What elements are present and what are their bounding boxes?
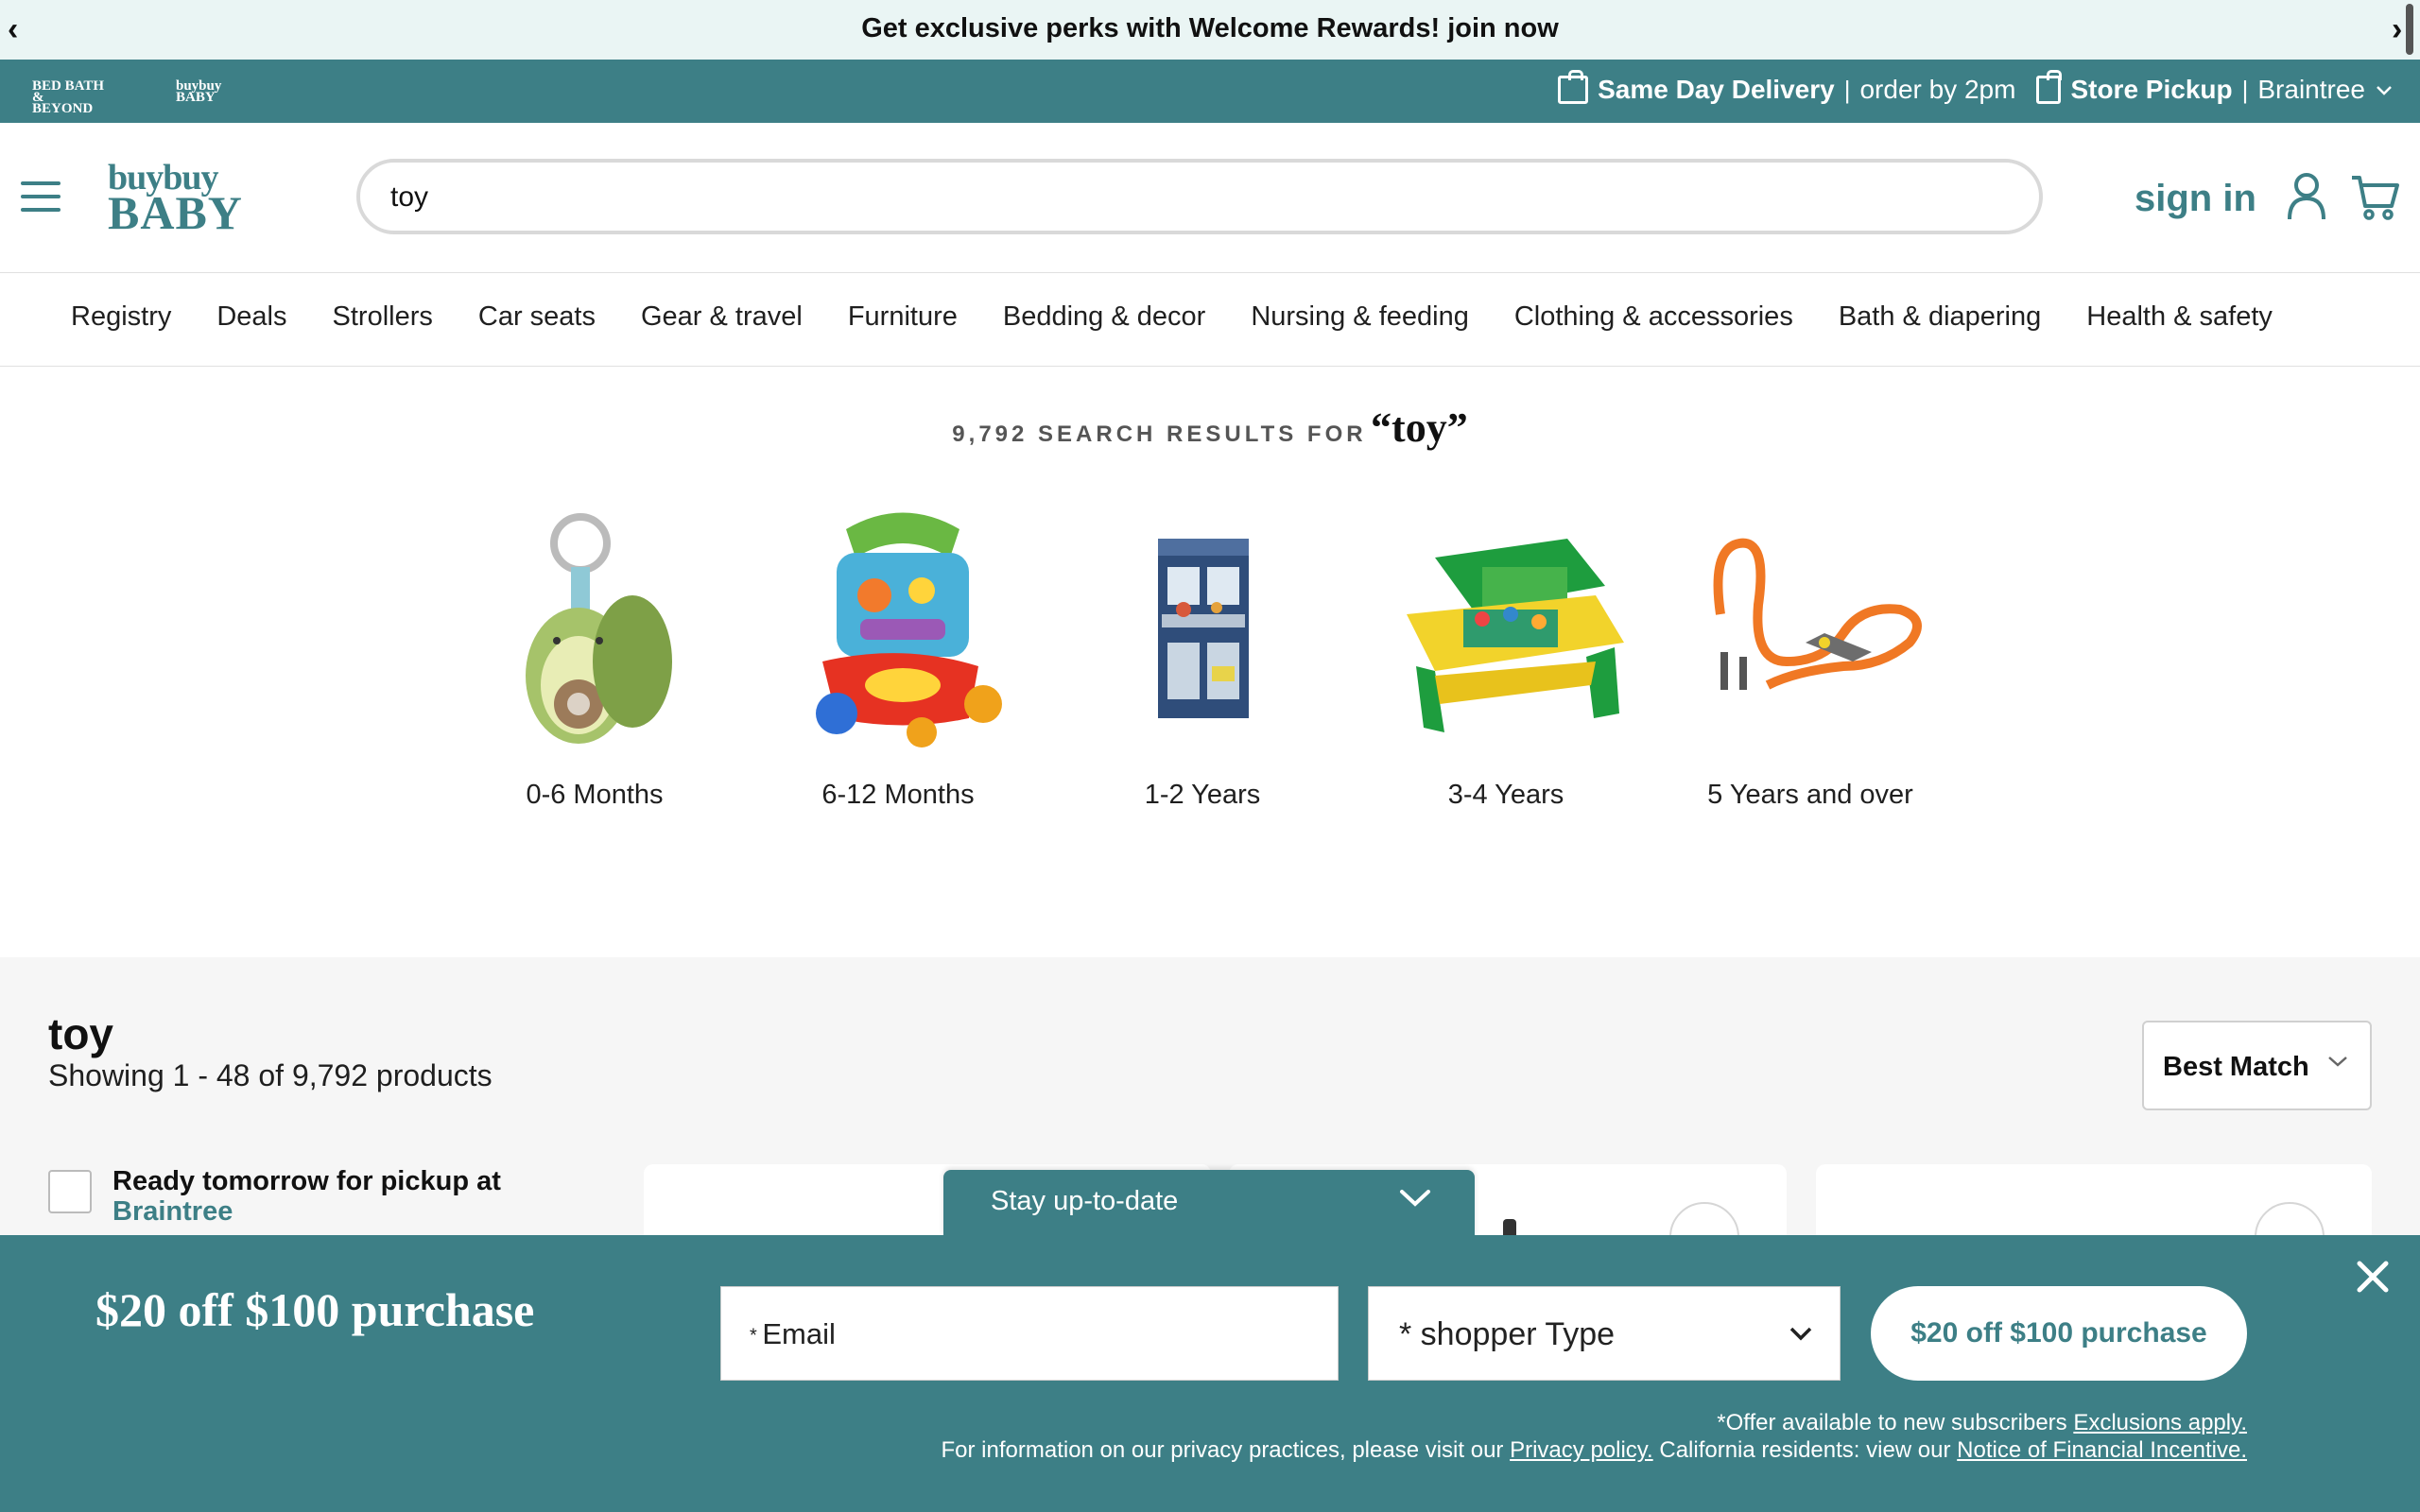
nav-item-strollers[interactable]: Strollers <box>333 301 433 333</box>
nav-item-health-safety[interactable]: Health & safety <box>2086 301 2273 333</box>
nav-item-clothing-accessories[interactable]: Clothing & accessories <box>1514 301 1793 333</box>
exclusions-link[interactable]: Exclusions apply. <box>2073 1410 2247 1435</box>
search-input[interactable]: toy <box>356 159 2043 234</box>
shopping-bag-icon <box>1558 70 1589 104</box>
menu-icon[interactable] <box>21 181 60 212</box>
results-term: “toy” <box>1371 404 1468 451</box>
logo-line2: BABY <box>108 186 243 240</box>
nav-item-registry[interactable]: Registry <box>71 301 171 333</box>
nav-item-nursing-feeding[interactable]: Nursing & feeding <box>1251 301 1469 333</box>
privacy-notice: For information on our privacy practices… <box>941 1437 2248 1463</box>
email-field[interactable]: * Email <box>720 1286 1339 1381</box>
store-name[interactable]: Braintree <box>2257 75 2365 105</box>
site-header: buybuy BABY toy sign in <box>0 123 2420 273</box>
close-icon[interactable] <box>2354 1258 2392 1296</box>
shopper-type-value: * shopper Type <box>1399 1316 1616 1352</box>
shopper-type-select[interactable]: * shopper Type <box>1368 1286 1841 1381</box>
store-pickup-link[interactable]: Store Pickup <box>2070 75 2232 105</box>
category-nav: Registry Deals Strollers Car seats Gear … <box>0 273 2420 367</box>
toy-image-walker <box>816 512 1002 747</box>
search-value: toy <box>390 181 429 213</box>
offer-disclaimer: *Offer available to new subscribers Excl… <box>1717 1410 2247 1435</box>
delivery-options: Same Day Delivery | order by 2pm Store P… <box>1558 70 2394 105</box>
sort-dropdown[interactable]: Best Match <box>2142 1021 2372 1110</box>
nav-item-gear-travel[interactable]: Gear & travel <box>641 301 803 333</box>
divider: | <box>2241 75 2249 104</box>
toy-image-kitchen <box>1158 539 1249 718</box>
nav-item-deals[interactable]: Deals <box>216 301 286 333</box>
nav-item-bedding-decor[interactable]: Bedding & decor <box>1003 301 1205 333</box>
toy-image-avocado <box>526 513 672 744</box>
pickup-filter-checkbox[interactable] <box>48 1170 92 1213</box>
results-count: 9,792 search results for <box>952 421 1367 447</box>
stay-label: Stay up-to-date <box>991 1186 1179 1216</box>
promo-next-icon[interactable]: › <box>2392 11 2402 48</box>
same-day-note: order by 2pm <box>1859 75 2016 104</box>
toy-image-activity-table <box>1407 539 1624 732</box>
brand-strip: BED BATH & BEYOND buybuy BABY Same Day D… <box>0 60 2420 123</box>
cart-icon[interactable] <box>2350 174 2399 221</box>
age-label: 3-4 Years <box>1447 780 1564 810</box>
age-label: 5 Years and over <box>1707 780 1913 810</box>
buybuy-baby-mini-logo[interactable]: buybuy BABY <box>176 79 227 105</box>
age-card-3-4-years[interactable]: 3-4 Years <box>1369 501 1643 811</box>
buybuy-baby-logo[interactable]: buybuy BABY <box>108 160 243 240</box>
nav-item-bath-diapering[interactable]: Bath & diapering <box>1839 301 2041 333</box>
promo-bar: ‹ Get exclusive perks with Welcome Rewar… <box>0 0 2420 60</box>
promo-text[interactable]: Get exclusive perks with Welcome Rewards… <box>0 13 2420 44</box>
pickup-filter-label: Ready tomorrow for pickup at <box>112 1166 501 1196</box>
stay-up-to-date-tab[interactable]: Stay up-to-date <box>943 1170 1475 1236</box>
bed-bath-beyond-logo[interactable]: BED BATH & BEYOND <box>32 79 108 116</box>
store-icon <box>2036 70 2063 104</box>
offer-banner: $20 off $100 purchase * Email * shopper … <box>0 1235 2420 1512</box>
nav-item-furniture[interactable]: Furniture <box>848 301 958 333</box>
age-card-5-years-over[interactable]: 5 Years and over <box>1673 501 1947 811</box>
email-placeholder: * Email <box>750 1317 836 1350</box>
age-card-6-12-months[interactable]: 6-12 Months <box>761 501 1035 811</box>
nav-item-car-seats[interactable]: Car seats <box>478 301 596 333</box>
toy-image-race-track <box>1713 538 1922 690</box>
divider: | <box>1843 75 1851 104</box>
sort-value: Best Match <box>2163 1052 2309 1082</box>
chevron-down-icon <box>1789 1327 1812 1341</box>
sign-in-link[interactable]: sign in <box>2135 178 2256 220</box>
listing-title: toy <box>48 1009 113 1058</box>
age-label: 1-2 Years <box>1144 780 1261 810</box>
offer-submit-button[interactable]: $20 off $100 purchase <box>1871 1286 2247 1381</box>
chevron-down-icon[interactable] <box>1399 1187 1431 1210</box>
nav-items: Registry Deals Strollers Car seats Gear … <box>71 301 2273 333</box>
age-label: 6-12 Months <box>821 780 975 810</box>
financial-incentive-link[interactable]: Notice of Financial Incentive. <box>1957 1437 2247 1463</box>
chevron-down-icon <box>2328 1057 2347 1067</box>
user-icon[interactable] <box>2286 172 2327 221</box>
results-heading: 9,792 search results for “toy” <box>0 404 2420 452</box>
age-card-1-2-years[interactable]: 1-2 Years <box>1065 501 1340 811</box>
age-label: 0-6 Months <box>526 780 664 810</box>
pickup-store-link[interactable]: Braintree <box>112 1196 233 1228</box>
listing-count: Showing 1 - 48 of 9,792 products <box>48 1058 493 1092</box>
chevron-down-icon[interactable] <box>2375 83 2394 96</box>
scrollbar[interactable] <box>2406 4 2413 55</box>
privacy-policy-link[interactable]: Privacy policy. <box>1510 1437 1653 1463</box>
age-card-0-6-months[interactable]: 0-6 Months <box>458 501 732 811</box>
offer-title: $20 off $100 purchase <box>95 1283 535 1336</box>
same-day-delivery-link[interactable]: Same Day Delivery <box>1598 75 1835 105</box>
